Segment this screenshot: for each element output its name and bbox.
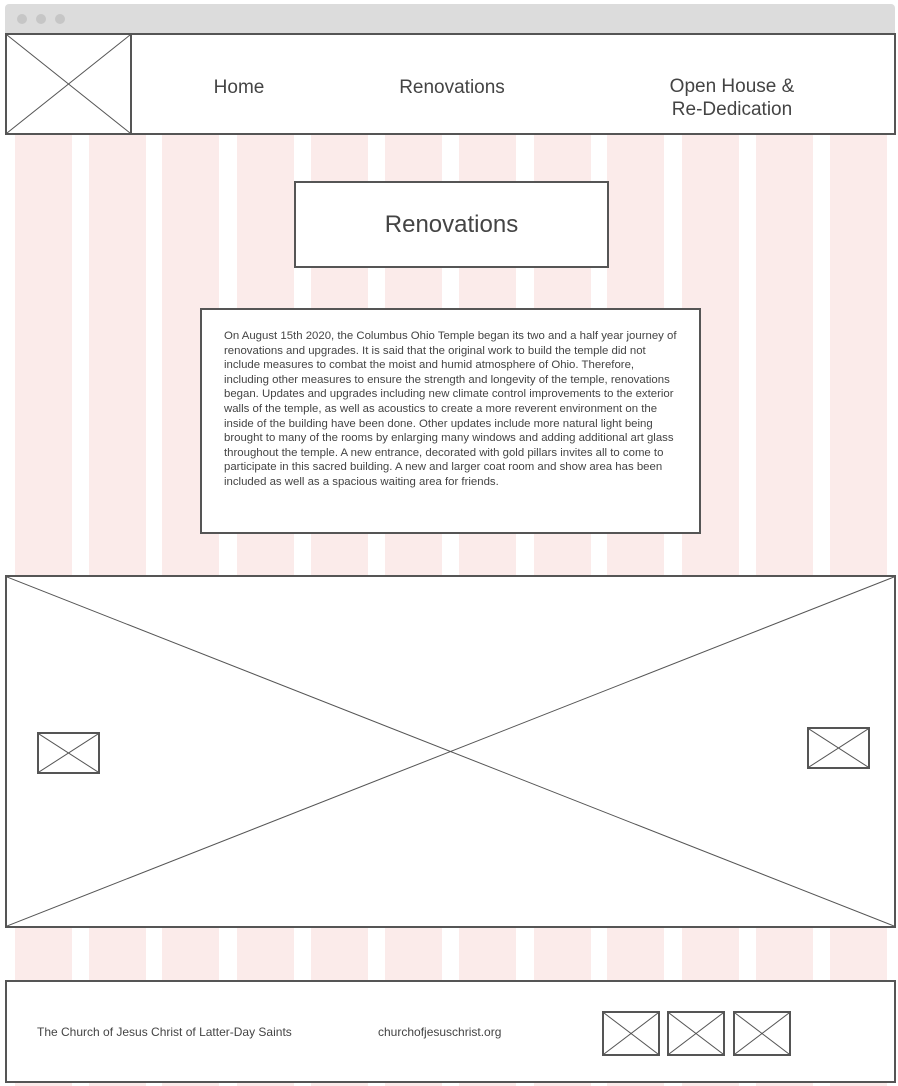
image-placeholder-icon [809,729,868,767]
social-link-2[interactable] [667,1011,725,1056]
image-placeholder-icon [39,734,98,772]
social-link-1[interactable] [602,1011,660,1056]
page-title-box: Renovations [294,181,609,268]
window-close-dot[interactable] [17,14,27,24]
site-footer: The Church of Jesus Christ of Latter-Day… [5,980,896,1083]
window-titlebar [5,4,895,33]
image-placeholder-icon [735,1013,789,1054]
site-header: Home Renovations Open House & Re-Dedicat… [5,33,896,135]
footer-organization: The Church of Jesus Christ of Latter-Day… [37,1025,292,1039]
body-paragraph: On August 15th 2020, the Columbus Ohio T… [224,330,677,488]
nav-home-link[interactable]: Home [189,76,289,99]
footer-website-link[interactable]: churchofjesuschrist.org [378,1025,501,1039]
social-link-3[interactable] [733,1011,791,1056]
carousel-next-button[interactable] [807,727,870,769]
nav-open-house-link[interactable]: Open House & Re-Dedication [647,75,817,121]
nav-renovations-link[interactable]: Renovations [382,76,522,99]
logo-image[interactable] [7,35,132,133]
image-placeholder-icon [7,577,894,926]
window-maximize-dot[interactable] [55,14,65,24]
window-minimize-dot[interactable] [36,14,46,24]
image-carousel [5,575,896,928]
image-placeholder-icon [7,35,130,133]
content-text-box: On August 15th 2020, the Columbus Ohio T… [200,308,701,534]
page-title: Renovations [384,210,519,238]
carousel-prev-button[interactable] [37,732,100,774]
image-placeholder-icon [669,1013,723,1054]
image-placeholder-icon [604,1013,658,1054]
